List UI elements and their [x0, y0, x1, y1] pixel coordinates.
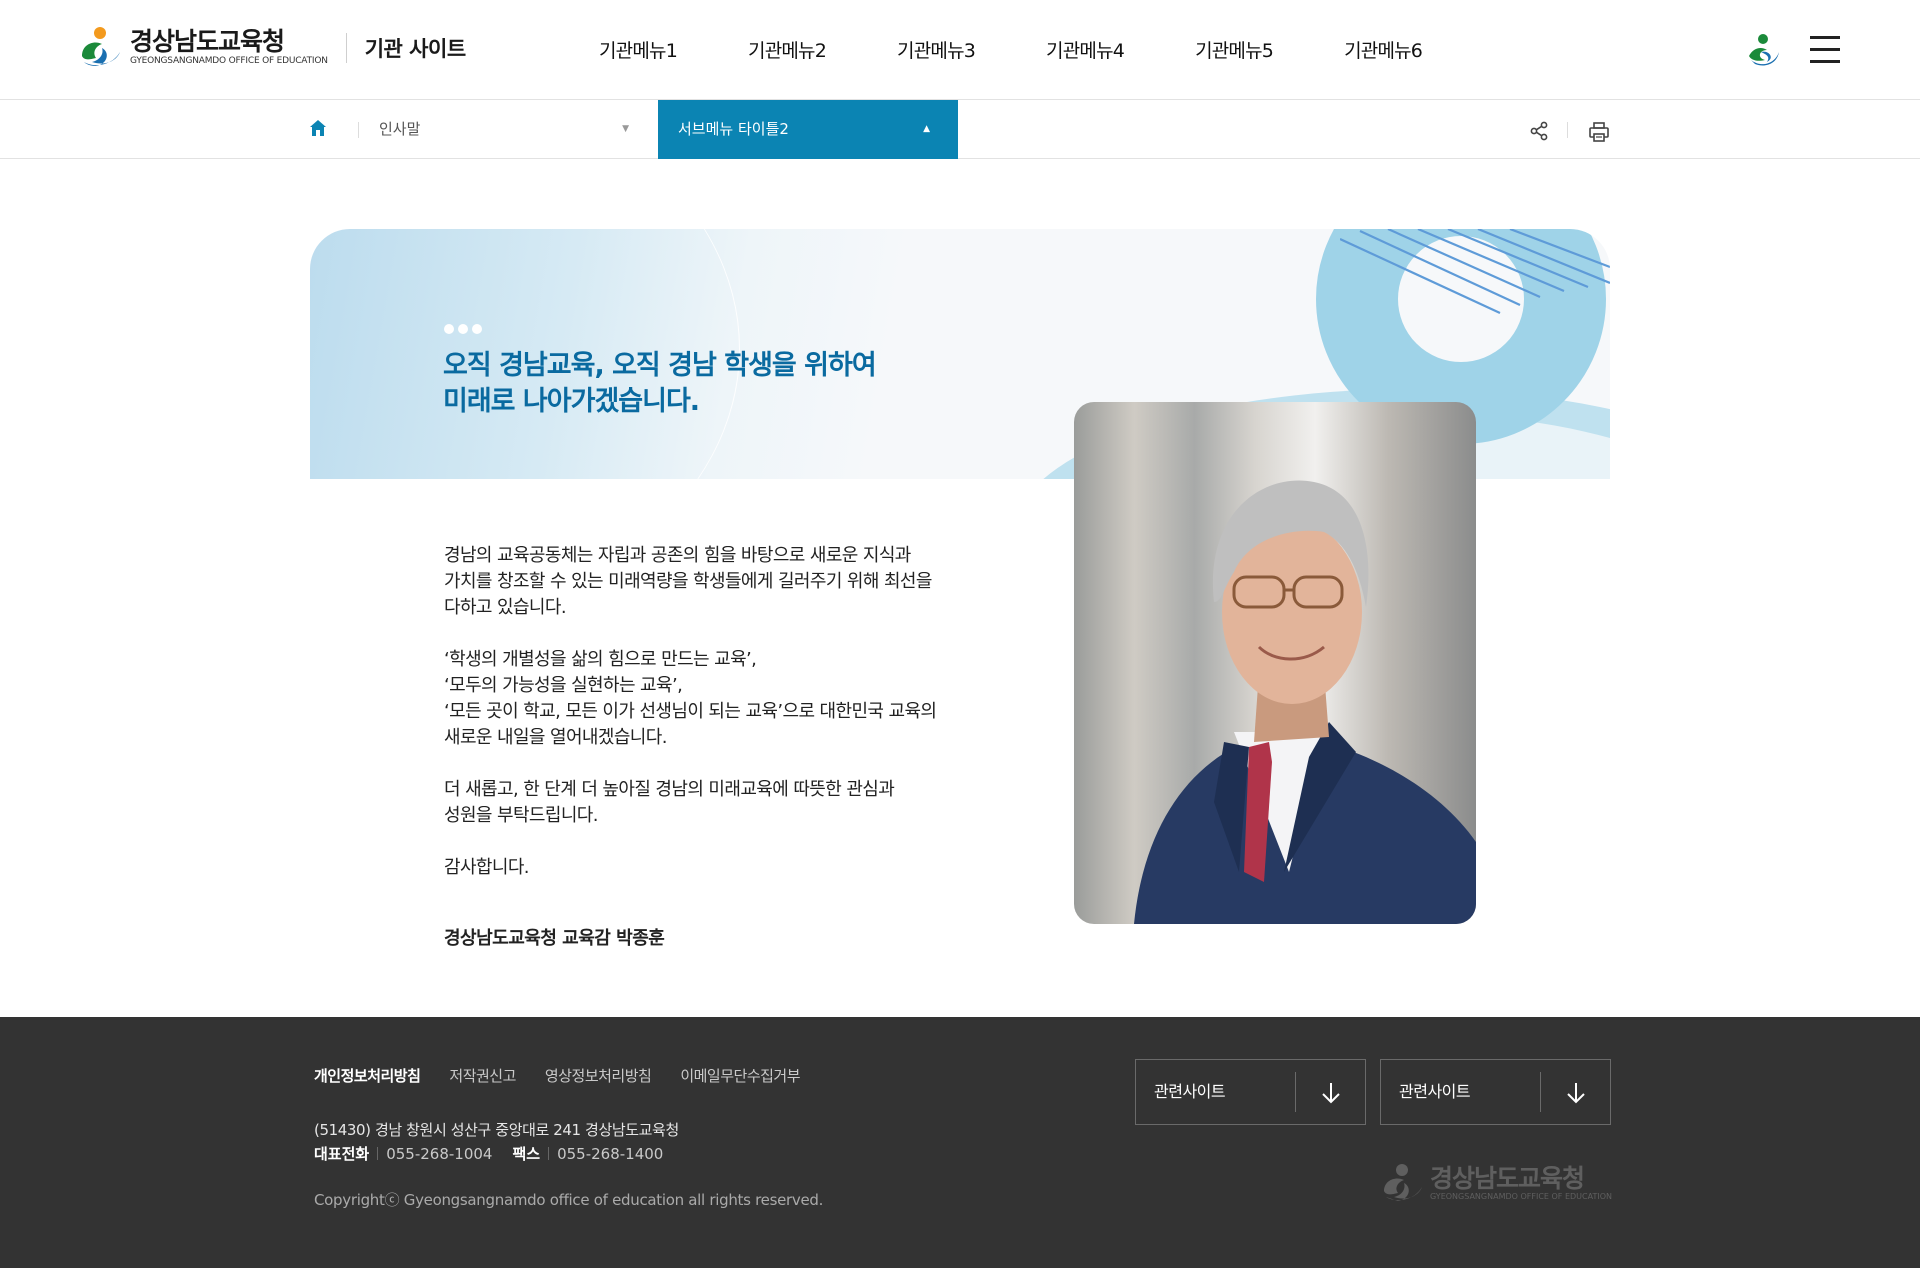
caret-down-icon: ▼: [622, 124, 629, 134]
greeting-paragraph: ‘학생의 개별성을 삶의 힘으로 만드는 교육’, ‘모두의 가능성을 실현하는…: [444, 649, 937, 748]
location-depth1-label: 인사말: [379, 120, 421, 138]
footer-link-copyright[interactable]: 저작권신고: [449, 1065, 516, 1086]
footer-link-video-privacy[interactable]: 영상정보처리방침: [545, 1065, 652, 1086]
share-icon[interactable]: [1528, 120, 1550, 142]
footer-contact: 대표전화 055-268-1004 팩스 055-268-1400: [314, 1143, 663, 1164]
nav-item-1[interactable]: 기관메뉴1: [599, 36, 678, 63]
headline-dots-decoration: [444, 324, 486, 334]
banner-stripes-decoration: [1340, 229, 1610, 314]
greeting-paragraph: 경남의 교육공동체는 자립과 공존의 힘을 바탕으로 새로운 지식과 가치를 창…: [444, 545, 932, 618]
site-logo[interactable]: 경상남도교육청 GYEONGSANGNAMDO OFFICE OF EDUCAT…: [78, 26, 466, 70]
related-site-label: 관련사이트: [1154, 1082, 1226, 1101]
nav-item-4[interactable]: 기관메뉴4: [1046, 36, 1125, 63]
nav-item-5[interactable]: 기관메뉴5: [1195, 36, 1274, 63]
menu-icon[interactable]: [1810, 36, 1840, 63]
main-nav: 기관메뉴1 기관메뉴2 기관메뉴3 기관메뉴4 기관메뉴5 기관메뉴6: [599, 36, 1493, 63]
site-footer: 개인정보처리방침 저작권신고 영상정보처리방침 이메일무단수집거부 (51430…: [0, 1017, 1920, 1268]
phone-label: 대표전화: [314, 1145, 370, 1163]
caret-up-icon: ▲: [923, 124, 930, 134]
fax-number: 055-268-1400: [557, 1144, 664, 1163]
footer-logo-title: 경상남도교육청: [1430, 1164, 1585, 1193]
related-site-select-1[interactable]: 관련사이트: [1135, 1059, 1366, 1125]
location-bar: 인사말 ▼ 서브메뉴 타이틀2 ▲: [0, 100, 1920, 159]
location-depth2-label: 서브메뉴 타이틀2: [678, 120, 789, 138]
greeting-headline: 오직 경남교육, 오직 경남 학생을 위하여 미래로 나아가겠습니다.: [443, 350, 877, 417]
greeting-signature: 경상남도교육청 교육감 박종훈: [444, 928, 665, 949]
contact-divider: [548, 1147, 550, 1160]
location-divider: [358, 122, 359, 138]
nav-item-2[interactable]: 기관메뉴2: [748, 36, 827, 63]
print-icon[interactable]: [1587, 120, 1611, 144]
phone-number: 055-268-1004: [386, 1144, 493, 1163]
arrow-down-icon: [1322, 1083, 1340, 1104]
mascot-icon[interactable]: [1745, 32, 1781, 68]
superintendent-photo: [1074, 402, 1476, 924]
select-divider: [1540, 1072, 1541, 1112]
fax-label: 팩스: [512, 1145, 541, 1163]
portrait-illustration: [1134, 480, 1476, 924]
footer-links: 개인정보처리방침 저작권신고 영상정보처리방침 이메일무단수집거부: [314, 1065, 829, 1086]
footer-logo-mark-icon: [1384, 1164, 1422, 1201]
site-name: 기관 사이트: [364, 37, 466, 61]
tool-divider: [1567, 122, 1568, 138]
footer-logo: 경상남도교육청 GYEONGSANGNAMDO OFFICE OF EDUCAT…: [1380, 1163, 1612, 1205]
footer-copyright: Copyrightⓒ Gyeongsangnamdo office of edu…: [314, 1191, 824, 1209]
related-site-select-2[interactable]: 관련사이트: [1380, 1059, 1611, 1125]
logo-mark-icon: [82, 27, 120, 66]
nav-item-6[interactable]: 기관메뉴6: [1344, 36, 1423, 63]
contact-divider: [377, 1147, 379, 1160]
greeting-paragraph: 더 새롭고, 한 단계 더 높아질 경남의 미래교육에 따뜻한 관심과 성원을 …: [444, 779, 895, 826]
nav-item-3[interactable]: 기관메뉴3: [897, 36, 976, 63]
footer-address: (51430) 경남 창원시 성산구 중앙대로 241 경상남도교육청: [314, 1121, 679, 1139]
footer-logo-subtitle: GYEONGSANGNAMDO OFFICE OF EDUCATION: [1430, 1192, 1612, 1201]
select-divider: [1295, 1072, 1296, 1112]
location-depth2-select[interactable]: 서브메뉴 타이틀2 ▲: [658, 100, 958, 159]
home-icon[interactable]: [308, 118, 328, 138]
site-header: 경상남도교육청 GYEONGSANGNAMDO OFFICE OF EDUCAT…: [0, 0, 1920, 100]
greeting-paragraph: 감사합니다.: [444, 857, 530, 878]
location-depth1-select[interactable]: 인사말 ▼: [379, 100, 629, 158]
related-site-label: 관련사이트: [1399, 1082, 1471, 1101]
logo-divider: [345, 33, 347, 63]
arrow-down-icon: [1567, 1083, 1585, 1104]
footer-link-privacy[interactable]: 개인정보처리방침: [314, 1065, 421, 1086]
footer-link-email-refusal[interactable]: 이메일무단수집거부: [680, 1065, 800, 1086]
greeting-body: 경남의 교육공동체는 자립과 공존의 힘을 바탕으로 새로운 지식과 가치를 창…: [444, 543, 1004, 907]
logo-subtitle: GYEONGSANGNAMDO OFFICE OF EDUCATION: [130, 56, 328, 66]
logo-title: 경상남도교육청: [130, 27, 285, 56]
